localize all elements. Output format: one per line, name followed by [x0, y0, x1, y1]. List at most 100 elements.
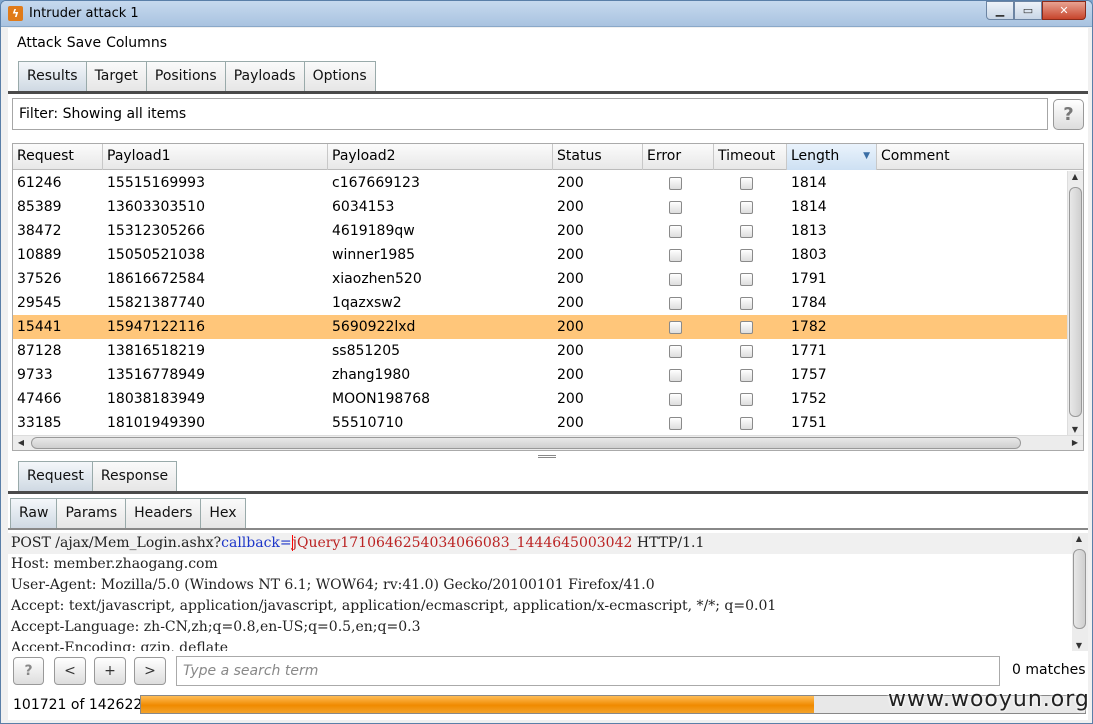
- scroll-up-icon[interactable]: ▲: [1072, 534, 1086, 543]
- timeout-checkbox[interactable]: [740, 272, 753, 286]
- table-horizontal-scrollbar[interactable]: ◀ ▶: [13, 435, 1083, 450]
- tab-positions[interactable]: Positions: [145, 61, 226, 91]
- timeout-checkbox[interactable]: [740, 224, 753, 238]
- cell-error: [643, 195, 714, 219]
- maximize-button[interactable]: ▭: [1014, 1, 1042, 20]
- cell-error: [643, 291, 714, 315]
- cell-status: 200: [557, 223, 584, 239]
- tab-options[interactable]: Options: [303, 61, 376, 91]
- table-row[interactable]: 38472 15312305266 4619189qw 200 1813: [13, 219, 1068, 243]
- hscroll-thumb[interactable]: [31, 437, 1021, 449]
- search-input[interactable]: Type a search term: [176, 656, 1000, 686]
- cell-payload2: zhang1980: [332, 367, 411, 383]
- main-tabs: Results Target Positions Payloads Option…: [18, 61, 376, 91]
- cell-payload2: 5690922lxd: [332, 319, 416, 335]
- table-body: 61246 15515169993 c167669123 200 1814 85389 13…: [13, 171, 1068, 435]
- tab-raw[interactable]: Raw: [10, 498, 58, 528]
- col-length[interactable]: Length ▼: [787, 144, 877, 170]
- timeout-checkbox[interactable]: [740, 392, 753, 406]
- timeout-checkbox[interactable]: [740, 296, 753, 310]
- cell-comment: [877, 171, 1058, 195]
- timeout-checkbox[interactable]: [740, 248, 753, 262]
- col-payload1[interactable]: Payload1: [103, 144, 328, 170]
- table-row[interactable]: 37526 18616672584 xiaozhen520 200 1791: [13, 267, 1068, 291]
- error-checkbox[interactable]: [669, 176, 682, 190]
- error-checkbox[interactable]: [669, 296, 682, 310]
- scroll-up-icon[interactable]: ▲: [1068, 172, 1082, 181]
- timeout-checkbox[interactable]: [740, 344, 753, 358]
- results-table: Request Payload1 Payload2 Status Error T…: [12, 143, 1084, 451]
- tab-target[interactable]: Target: [85, 61, 147, 91]
- col-request[interactable]: Request: [13, 144, 103, 170]
- cell-payload1: 15515169993: [107, 175, 205, 191]
- cell-payload2: winner1985: [332, 247, 416, 263]
- timeout-checkbox[interactable]: [740, 416, 753, 430]
- table-row[interactable]: 87128 13816518219 ss851205 200 1771: [13, 339, 1068, 363]
- table-row[interactable]: 47466 18038183949 MOON198768 200 1752: [13, 387, 1068, 411]
- error-checkbox[interactable]: [669, 248, 682, 262]
- table-row[interactable]: 10889 15050521038 winner1985 200 1803: [13, 243, 1068, 267]
- filter-help-button[interactable]: ?: [1053, 99, 1084, 130]
- scroll-right-icon[interactable]: ▶: [1068, 438, 1082, 447]
- menu-columns[interactable]: Columns: [106, 35, 167, 51]
- cell-request: 87128: [17, 343, 62, 359]
- timeout-checkbox[interactable]: [740, 176, 753, 190]
- scroll-down-icon[interactable]: ▼: [1072, 641, 1086, 650]
- editor-scroll-thumb[interactable]: [1073, 549, 1086, 629]
- search-next-button[interactable]: >: [134, 657, 166, 685]
- search-prev-button[interactable]: <: [54, 657, 86, 685]
- tab-results[interactable]: Results: [18, 61, 87, 91]
- tab-headers[interactable]: Headers: [125, 498, 202, 528]
- col-error[interactable]: Error: [643, 144, 714, 170]
- scroll-down-icon[interactable]: ▼: [1068, 425, 1082, 434]
- cell-comment: [877, 219, 1058, 243]
- search-add-button[interactable]: +: [94, 657, 126, 685]
- error-checkbox[interactable]: [669, 224, 682, 238]
- error-checkbox[interactable]: [669, 368, 682, 382]
- timeout-checkbox[interactable]: [740, 320, 753, 334]
- filter-bar[interactable]: Filter: Showing all items: [12, 98, 1048, 130]
- error-checkbox[interactable]: [669, 200, 682, 214]
- cell-request: 61246: [17, 175, 62, 191]
- tab-payloads[interactable]: Payloads: [224, 61, 305, 91]
- error-checkbox[interactable]: [669, 392, 682, 406]
- menu-save[interactable]: Save: [67, 35, 101, 51]
- table-row[interactable]: 9733 13516778949 zhang1980 200 1757: [13, 363, 1068, 387]
- close-button[interactable]: ✕: [1042, 1, 1086, 20]
- pane-splitter[interactable]: [538, 455, 556, 458]
- cell-request: 47466: [17, 391, 62, 407]
- tab-request[interactable]: Request: [18, 461, 93, 491]
- search-matches: 0 matches: [1012, 662, 1086, 678]
- timeout-checkbox[interactable]: [740, 200, 753, 214]
- minimize-button[interactable]: ▁: [986, 1, 1014, 20]
- cell-status: 200: [557, 199, 584, 215]
- error-checkbox[interactable]: [669, 272, 682, 286]
- error-checkbox[interactable]: [669, 320, 682, 334]
- table-row[interactable]: 85389 13603303510 6034153 200 1814: [13, 195, 1068, 219]
- col-payload2[interactable]: Payload2: [328, 144, 553, 170]
- table-row[interactable]: 61246 15515169993 c167669123 200 1814: [13, 171, 1068, 195]
- tab-separator: [8, 91, 1088, 94]
- table-vertical-scrollbar[interactable]: ▲ ▼: [1067, 171, 1083, 435]
- title-bar[interactable]: ϟ Intruder attack 1 ▁ ▭ ✕: [1, 1, 1092, 27]
- tab-params[interactable]: Params: [56, 498, 127, 528]
- timeout-checkbox[interactable]: [740, 368, 753, 382]
- search-help-button[interactable]: ?: [13, 657, 44, 685]
- table-row[interactable]: 33185 18101949390 55510710 200 1751: [13, 411, 1068, 435]
- tab-hex[interactable]: Hex: [200, 498, 246, 528]
- scroll-thumb[interactable]: [1069, 187, 1082, 417]
- menu-attack[interactable]: Attack: [17, 35, 62, 51]
- col-timeout[interactable]: Timeout: [714, 144, 787, 170]
- error-checkbox[interactable]: [669, 416, 682, 430]
- col-comment[interactable]: Comment: [877, 144, 1083, 170]
- table-row[interactable]: 15441 15947122116 5690922lxd 200 1782: [13, 315, 1068, 339]
- raw-request-editor[interactable]: POST /ajax/Mem_Login.ashx?callback=jQuer…: [8, 533, 1084, 651]
- tab-response[interactable]: Response: [91, 461, 178, 491]
- scroll-left-icon[interactable]: ◀: [14, 438, 28, 447]
- editor-scrollbar[interactable]: ▲ ▼: [1072, 533, 1088, 651]
- error-checkbox[interactable]: [669, 344, 682, 358]
- detail-separator: [8, 491, 1088, 494]
- cell-error: [643, 363, 714, 387]
- col-status[interactable]: Status: [553, 144, 643, 170]
- table-row[interactable]: 29545 15821387740 1qazxsw2 200 1784: [13, 291, 1068, 315]
